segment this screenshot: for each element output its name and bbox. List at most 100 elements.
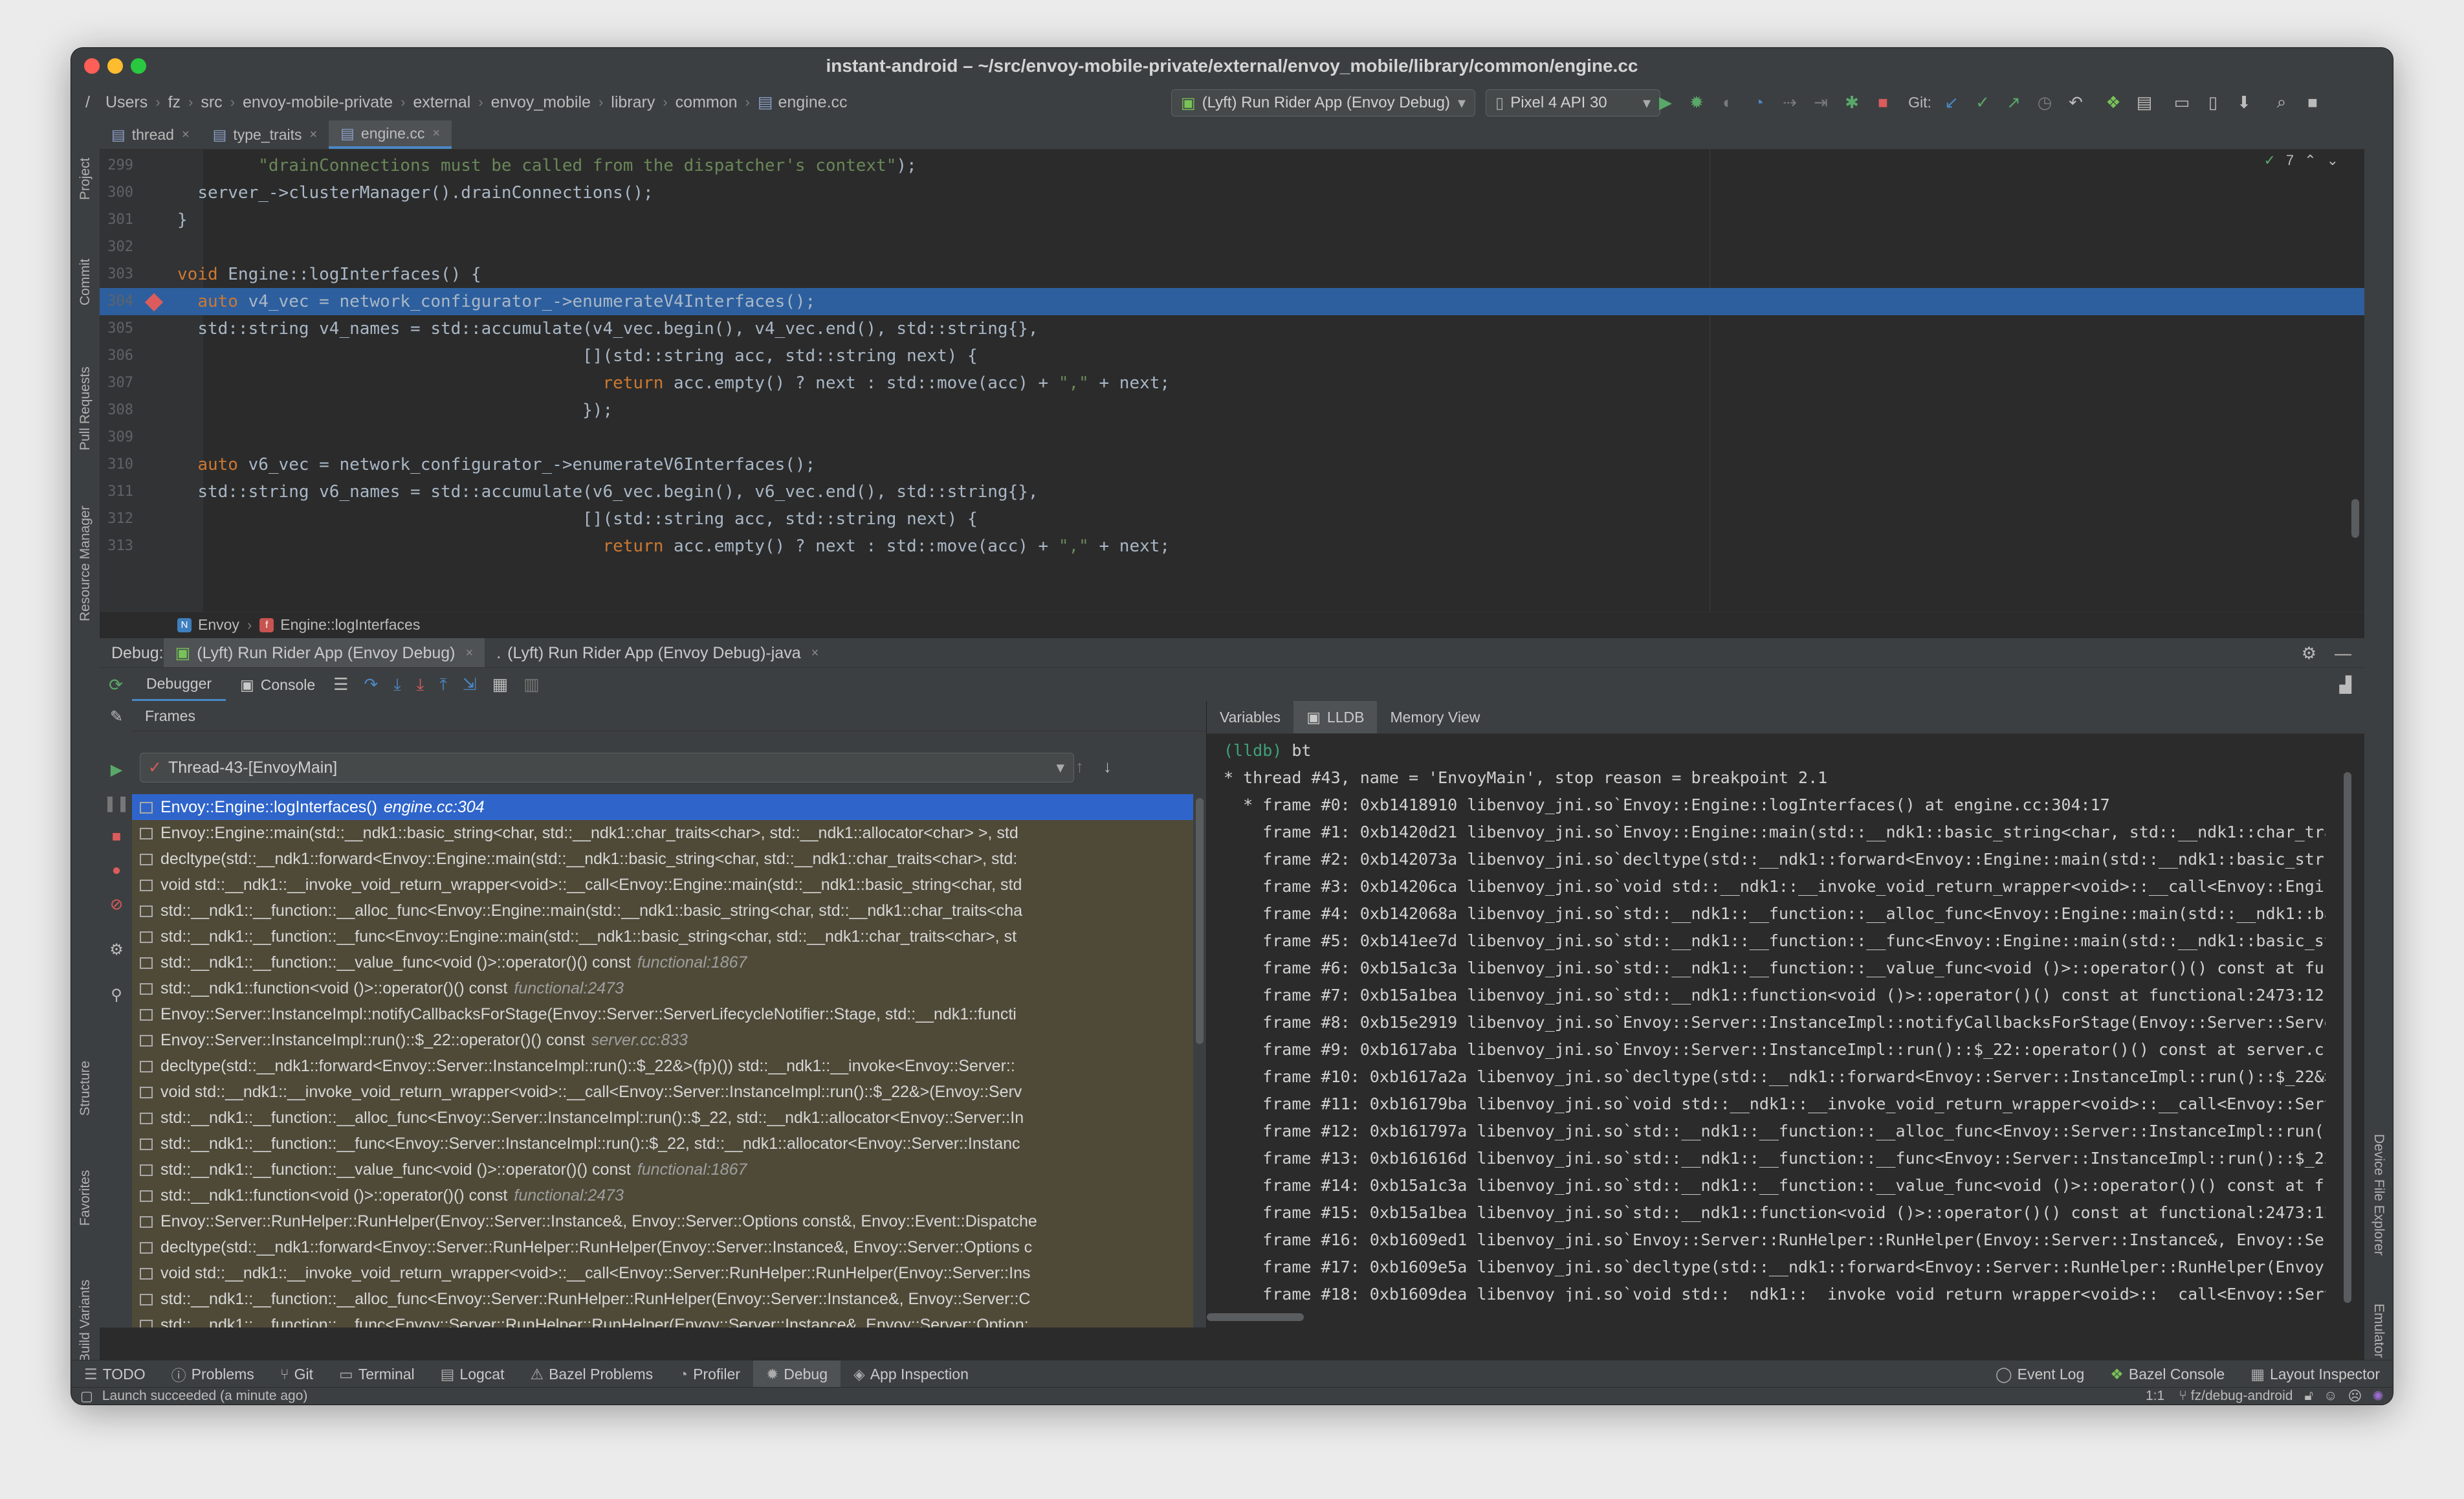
file-tab[interactable]: ▤ type_traits × [201, 120, 329, 149]
pause-icon[interactable]: ❚❚ [104, 794, 129, 812]
tool-tab-commit[interactable]: Commit [71, 237, 100, 328]
code-line[interactable]: 310 auto v6_vec = network_configurator_-… [100, 451, 2364, 478]
frame-row[interactable]: std::__ndk1::__function::__value_func<vo… [132, 1157, 1193, 1183]
breadcrumb-item[interactable]: external [413, 93, 470, 112]
frame-row[interactable]: std::__ndk1::__function::__func<Envoy::E… [132, 924, 1193, 949]
rerun-icon[interactable]: ⟳ [100, 675, 132, 695]
code-line[interactable]: 308 }); [100, 397, 2364, 424]
tool-tab-resource-manager[interactable]: Resource Manager [71, 489, 100, 638]
mute-breakpoints-icon[interactable]: ⊘ [107, 895, 126, 913]
close-icon[interactable]: × [182, 128, 190, 142]
sdk-manager-icon[interactable]: ⬇ [2234, 92, 2254, 113]
gear-icon[interactable]: ⚙ [107, 940, 126, 959]
frame-row[interactable]: std::__ndk1::__function::__func<Envoy::S… [132, 1131, 1193, 1157]
wrench-icon[interactable]: ✎ [107, 707, 126, 726]
frame-row[interactable]: decltype(std::__ndk1::forward<Envoy::Eng… [132, 846, 1193, 872]
close-icon[interactable]: × [811, 646, 819, 661]
layout-toggle-icon[interactable]: ▢ [80, 1388, 93, 1405]
breadcrumb-namespace[interactable]: Envoy [198, 616, 239, 634]
debug-icon[interactable]: ✹ [1686, 92, 1707, 113]
frame-row[interactable]: Envoy::Server::InstanceImpl::notifyCallb… [132, 1001, 1193, 1027]
tool-button-profiler[interactable]: ◔ Profiler [666, 1360, 753, 1388]
frame-row[interactable]: Envoy::Engine::logInterfaces() engine.cc:… [132, 794, 1193, 820]
file-tab[interactable]: ▤ engine.cc × [329, 120, 452, 149]
device-manager-icon[interactable]: ▯ [2203, 92, 2223, 113]
code-line[interactable]: 312 [](std::string acc, std::string next… [100, 505, 2364, 533]
code-line[interactable]: 313 return acc.empty() ? next : std::mov… [100, 533, 2364, 560]
run-configuration-select[interactable]: ▣ (Lyft) Run Rider App (Envoy Debug) ▾ [1171, 89, 1475, 117]
tool-button-logcat[interactable]: ▤ Logcat [428, 1360, 518, 1388]
frame-row[interactable]: void std::__ndk1::__invoke_void_return_w… [132, 872, 1193, 898]
coverage-icon[interactable]: ◐ [1717, 92, 1738, 113]
breadcrumb-item[interactable]: src [201, 93, 222, 112]
attach-debugger-icon[interactable]: ✱ [1842, 92, 1862, 113]
rollback-icon[interactable]: ↶ [2065, 92, 2086, 113]
frown-icon[interactable]: ☹ [2348, 1388, 2362, 1405]
inspection-widget[interactable]: ✓ 7 ⌃ ⌄ [2263, 152, 2338, 169]
trace-icon[interactable]: ▥ [523, 674, 540, 695]
close-icon[interactable]: × [432, 126, 440, 141]
tool-button-layout-inspector[interactable]: ▦ Layout Inspector [2238, 1360, 2393, 1388]
frame-row[interactable]: Envoy::Server::RunHelper::RunHelper(Envo… [132, 1208, 1193, 1234]
close-icon[interactable]: × [466, 646, 474, 661]
frame-row[interactable]: void std::__ndk1::__invoke_void_return_w… [132, 1079, 1193, 1105]
frame-row[interactable]: std::__ndk1::__function::__value_func<vo… [132, 949, 1193, 975]
caret-position[interactable]: 1:1 [2146, 1388, 2164, 1404]
lldb-tab[interactable]: Memory View [1377, 701, 1493, 733]
smile-icon[interactable]: ☺ [2324, 1388, 2337, 1404]
breadcrumb-function[interactable]: Engine::logInterfaces [280, 616, 420, 634]
code-line[interactable]: 301} [100, 206, 2364, 234]
git-push-icon[interactable]: ↗ [2003, 92, 2024, 113]
search-icon[interactable]: ⌕ [2271, 92, 2292, 113]
frame-row[interactable]: std::__ndk1::function<void ()>::operator… [132, 975, 1193, 1001]
tool-button-app-inspection[interactable]: ◈ App Inspection [841, 1360, 982, 1388]
tool-tab-pull-requests[interactable]: Pull Requests [71, 340, 100, 476]
lldb-tab[interactable]: ▣ LLDB [1293, 701, 1378, 733]
tool-button-bazel-problems[interactable]: ⚠ Bazel Problems [517, 1360, 666, 1388]
breadcrumb-item[interactable]: / [85, 93, 90, 112]
run-to-cursor-icon[interactable]: ⇲ [463, 674, 477, 695]
tab-console[interactable]: ▣ Console [226, 668, 329, 702]
code-line[interactable]: 305 std::string v4_names = std::accumula… [100, 315, 2364, 342]
view-breakpoints-icon[interactable]: ● [107, 861, 126, 880]
bazel-sync-icon[interactable]: ❖ [2103, 92, 2124, 113]
breadcrumb-item[interactable]: envoy-mobile-private [243, 93, 393, 112]
tool-button-bazel-console[interactable]: ❖ Bazel Console [2097, 1360, 2238, 1388]
lldb-console[interactable]: (lldb) bt * thread #43, name = 'EnvoyMain… [1207, 737, 2326, 1302]
run-icon[interactable]: ▶ [1655, 92, 1676, 113]
breadcrumb-item[interactable]: common [676, 93, 738, 112]
frame-row[interactable]: std::__ndk1::__function::__alloc_func<En… [132, 898, 1193, 924]
chevron-down-icon[interactable]: ⌄ [2327, 152, 2338, 169]
plugin-icon[interactable]: ✺ [2372, 1388, 2384, 1405]
tool-tab-device-file-explorer[interactable]: Device File Explorer [2364, 1117, 2393, 1272]
project-structure-icon[interactable]: ▤ [2134, 92, 2155, 113]
stop-icon[interactable]: ■ [1873, 92, 1893, 113]
editor-scrollbar[interactable] [2351, 499, 2359, 538]
resume-icon[interactable]: ▶ [107, 761, 126, 779]
tool-button-problems[interactable]: ⓘ Problems [159, 1360, 267, 1388]
frames-list[interactable]: Envoy::Engine::logInterfaces() engine.cc:… [132, 794, 1193, 1327]
console-scrollbar[interactable] [2344, 772, 2351, 1303]
arrow-down-icon[interactable]: ↓ [1103, 757, 1112, 777]
menu-icon[interactable]: ☰ [333, 674, 348, 695]
git-update-icon[interactable]: ↙ [1941, 92, 1962, 113]
lldb-tab[interactable]: Variables [1207, 701, 1293, 733]
terminal-icon[interactable]: ▭ [2172, 92, 2192, 113]
lock-icon[interactable]: 🔓︎ [2304, 1388, 2313, 1404]
code-line[interactable]: 300 server_->clusterManager().drainConne… [100, 179, 2364, 206]
stop-icon[interactable]: ■ [107, 828, 126, 846]
force-step-into-icon[interactable]: ⤓ [417, 674, 424, 695]
avatar[interactable]: ■ [2302, 92, 2323, 113]
code-line[interactable]: 306 [](std::string acc, std::string next… [100, 342, 2364, 370]
code-line[interactable]: 311 std::string v6_names = std::accumula… [100, 478, 2364, 505]
device-select[interactable]: ▯ Pixel 4 API 30 ▾ [1486, 89, 1660, 117]
code-line[interactable]: 304 auto v4_vec = network_configurator_-… [100, 288, 2364, 315]
code-editor[interactable]: 299 "drainConnections must be called fro… [100, 150, 2364, 612]
frame-row[interactable]: std::__ndk1::__function::__alloc_func<En… [132, 1105, 1193, 1131]
tool-tab-project[interactable]: Project [71, 133, 100, 224]
tool-button-todo[interactable]: ☰ TODO [71, 1360, 159, 1388]
profile-icon[interactable]: ◔ [1748, 92, 1769, 113]
git-branch[interactable]: fz/debug-android [2191, 1388, 2293, 1404]
git-commit-icon[interactable]: ✓ [1972, 92, 1993, 113]
step-over-icon[interactable]: ↷ [364, 674, 378, 695]
